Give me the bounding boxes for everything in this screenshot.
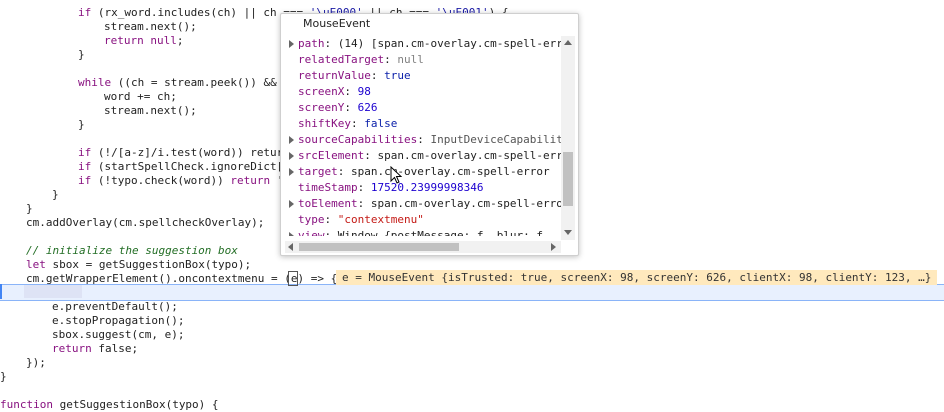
scroll-left-icon[interactable] [288, 243, 293, 251]
code-line: word += ch; [104, 90, 177, 103]
property-value: 17520.23999998346 [370, 181, 484, 194]
property-key: returnValue [298, 69, 371, 82]
property-row-target[interactable]: target: span.cm-overlay.cm-spell-error [281, 164, 561, 180]
scroll-down-icon[interactable] [564, 230, 572, 235]
expand-triangle-icon[interactable] [289, 232, 294, 236]
code-line: stream.next(); [104, 20, 197, 33]
property-value: span.cm-overlay.cm-spell-error [351, 165, 550, 178]
code-line: function getSuggestionBox(typo) { [0, 398, 219, 411]
property-value: 626 [357, 101, 378, 114]
expand-triangle-icon[interactable] [289, 136, 294, 144]
property-key: shiftKey [298, 117, 351, 130]
scroll-right-icon[interactable] [551, 243, 556, 251]
code-line: if (!/[a-z]/i.test(word)) retur [78, 146, 284, 159]
scroll-up-icon[interactable] [564, 40, 572, 45]
property-value: false [364, 117, 398, 130]
property-value: span.cm-overlay.cm-spell-err [377, 149, 561, 162]
code-line: cm.addOverlay(cm.spellcheckOverlay); [26, 216, 265, 229]
code-line: }); [26, 356, 46, 369]
property-row-sourceCapabilities[interactable]: sourceCapabilities: InputDeviceCapabilit [281, 132, 561, 148]
property-key: screenY [298, 101, 345, 114]
property-value: (14) [span.cm-overlay.cm-spell-err [337, 37, 561, 50]
code-line: } [78, 48, 85, 61]
inline-value-e[interactable]: e = MouseEvent {isTrusted: true, screenX… [336, 270, 938, 285]
expand-triangle-icon[interactable] [289, 40, 294, 48]
mouse-pointer-icon [390, 166, 402, 184]
property-key: type [298, 213, 325, 226]
property-key: timeStamp [298, 181, 358, 194]
property-row-screenX: screenX: 98 [298, 85, 371, 98]
property-list: path: (14) [span.cm-overlay.cm-spell-err… [281, 36, 561, 236]
debugger-statement-highlight [24, 285, 82, 298]
property-key: view [298, 229, 325, 236]
property-row-path[interactable]: path: (14) [span.cm-overlay.cm-spell-err [281, 36, 561, 52]
code-line: let sbox = getSuggestionBox(typo); [26, 258, 252, 271]
vertical-scrollbar[interactable] [561, 36, 575, 240]
property-value: InputDeviceCapabilit [430, 133, 561, 146]
hover-target-e [288, 271, 298, 286]
code-line: } [52, 188, 59, 201]
expand-triangle-icon[interactable] [289, 152, 294, 160]
code-line: } [78, 118, 85, 131]
property-key: relatedTarget [298, 53, 385, 66]
horizontal-scroll-thumb[interactable] [299, 243, 459, 251]
property-row-srcElement[interactable]: srcElement: span.cm-overlay.cm-spell-err [281, 148, 561, 164]
expand-triangle-icon[interactable] [289, 200, 294, 208]
vertical-scroll-thumb[interactable] [563, 152, 573, 206]
property-row-returnValue: returnValue: true [298, 69, 411, 82]
code-line: if (!typo.check(word)) return ' [78, 174, 284, 187]
property-value: null [397, 53, 424, 66]
property-key: screenX [298, 85, 345, 98]
property-key: sourceCapabilities [298, 133, 418, 146]
property-row-screenY: screenY: 626 [298, 101, 378, 114]
expand-triangle-icon[interactable] [289, 168, 294, 176]
code-line: // initialize the suggestion box [26, 244, 238, 257]
execution-marker [0, 284, 2, 299]
code-line: e.stopPropagation(); [52, 314, 185, 327]
property-key: srcElement [298, 149, 365, 162]
code-line: e.preventDefault(); [52, 300, 178, 313]
property-key: path [298, 37, 325, 50]
popover-title: MouseEvent [303, 17, 371, 30]
paused-line-highlight [0, 284, 944, 301]
property-value: Window {postMessage: ƒ, blur: ƒ, [337, 229, 557, 236]
code-line: sbox.suggest(cm, e); [52, 328, 185, 341]
property-value: span.cm-overlay.cm-spell-erro [370, 197, 561, 210]
property-row-timeStamp: timeStamp: 17520.23999998346 [298, 181, 484, 194]
code-line: while ((ch = stream.peek()) && [78, 76, 284, 89]
property-key: target [298, 165, 338, 178]
property-row-relatedTarget: relatedTarget: null [298, 53, 424, 66]
property-row-toElement[interactable]: toElement: span.cm-overlay.cm-spell-erro [281, 196, 561, 212]
code-line: if (startSpellCheck.ignoreDict[ [78, 160, 284, 173]
property-value: "contextmenu" [337, 213, 424, 226]
code-line: } [26, 202, 33, 215]
code-line: stream.next(); [104, 104, 197, 117]
code-line: } [0, 370, 7, 383]
horizontal-scrollbar[interactable] [285, 241, 561, 253]
code-line: return false; [52, 342, 139, 355]
property-value: true [384, 69, 411, 82]
object-preview-popover: MouseEvent path: (14) [span.cm-overlay.c… [280, 13, 579, 256]
property-row-shiftKey: shiftKey: false [298, 117, 398, 130]
property-value: 98 [357, 85, 371, 98]
code-line: return null; [104, 34, 184, 47]
property-row-type: type: "contextmenu" [298, 213, 424, 226]
property-key: toElement [298, 197, 358, 210]
property-row-view[interactable]: view: Window {postMessage: ƒ, blur: ƒ, [281, 228, 561, 236]
